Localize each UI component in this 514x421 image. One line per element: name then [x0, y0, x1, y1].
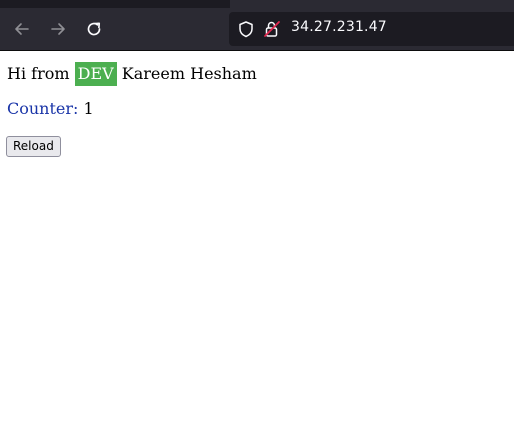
counter-line: Counter: 1: [7, 97, 94, 121]
address-bar[interactable]: 34.27.231.47: [229, 12, 514, 46]
shield-icon[interactable]: [237, 20, 255, 38]
reload-page-button[interactable]: [83, 18, 105, 40]
arrow-left-icon: [15, 23, 29, 35]
greeting-prefix: Hi from: [7, 64, 70, 83]
reload-icon: [87, 22, 101, 36]
url-text[interactable]: 34.27.231.47: [291, 19, 387, 35]
forward-button[interactable]: [47, 18, 69, 40]
counter-value: 1: [83, 99, 94, 118]
counter-label: Counter:: [7, 99, 79, 118]
browser-tab-strip: [0, 0, 514, 8]
active-tab-edge: [230, 0, 514, 8]
user-name: Kareem Hesham: [121, 64, 257, 83]
browser-toolbar: 34.27.231.47: [0, 8, 514, 51]
reload-button[interactable]: Reload: [6, 136, 61, 157]
arrow-right-icon: [51, 23, 65, 35]
environment-badge: DEV: [74, 62, 117, 86]
page-content: Hi from DEV Kareem Hesham Counter: 1 Rel…: [0, 51, 514, 421]
back-button[interactable]: [11, 18, 33, 40]
greeting-line: Hi from DEV Kareem Hesham: [7, 62, 257, 86]
insecure-lock-icon[interactable]: [263, 20, 281, 38]
